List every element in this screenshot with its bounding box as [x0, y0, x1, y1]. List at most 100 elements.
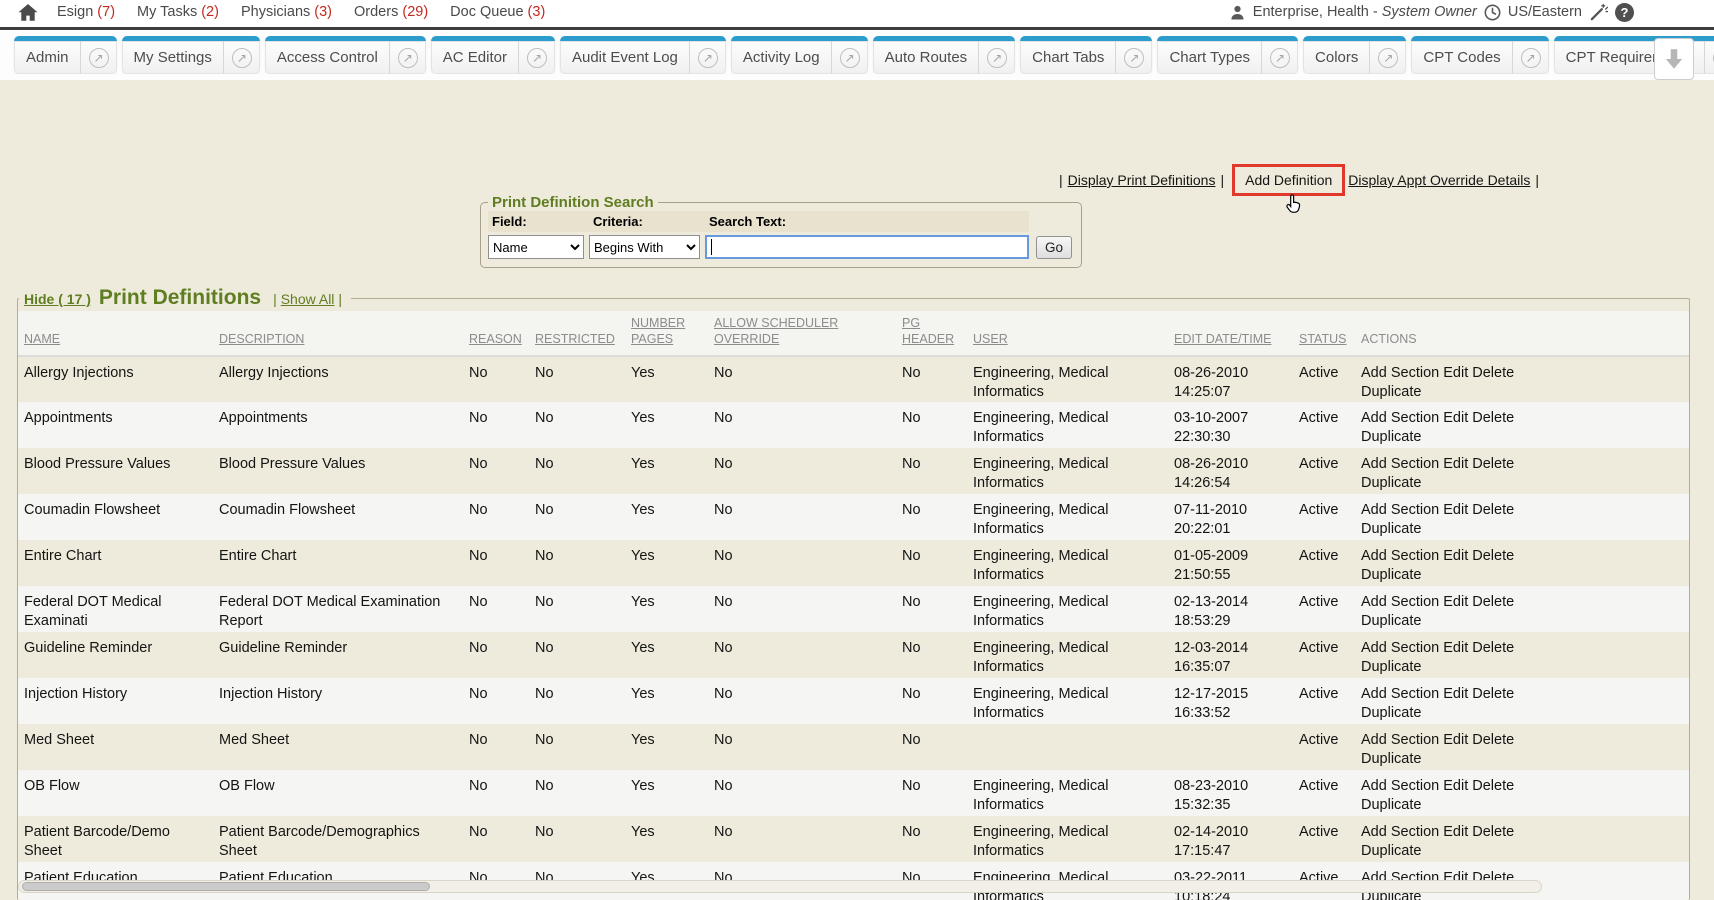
field-select[interactable]: Name [488, 235, 584, 259]
action-edit[interactable]: Edit [1443, 778, 1468, 794]
action-delete[interactable]: Delete [1472, 732, 1514, 748]
col-header-reason[interactable]: REASON [463, 311, 529, 356]
tab-audit-event-log[interactable]: Audit Event Log↗ [560, 36, 726, 74]
action-delete[interactable]: Delete [1472, 594, 1514, 610]
tab-access-control[interactable]: Access Control↗ [265, 36, 426, 74]
col-header-label[interactable]: NAME [24, 332, 60, 346]
go-button[interactable]: Go [1036, 236, 1072, 259]
action-delete[interactable]: Delete [1472, 502, 1514, 518]
col-header-description[interactable]: DESCRIPTION [213, 311, 463, 356]
wand-icon[interactable] [1589, 3, 1608, 22]
criteria-select[interactable]: Begins With [589, 235, 700, 259]
action-delete[interactable]: Delete [1472, 456, 1514, 472]
action-add-section[interactable]: Add Section [1361, 640, 1439, 656]
action-delete[interactable]: Delete [1472, 640, 1514, 656]
action-add-section[interactable]: Add Section [1361, 410, 1439, 426]
tab-colors[interactable]: Colors↗ [1303, 36, 1406, 74]
tab-activity-log[interactable]: Activity Log↗ [731, 36, 868, 74]
open-new-window-icon[interactable]: ↗ [518, 41, 555, 74]
action-edit[interactable]: Edit [1443, 410, 1468, 426]
tab-admin[interactable]: Admin↗ [14, 36, 117, 74]
open-new-window-icon[interactable]: ↗ [1261, 41, 1298, 74]
action-edit[interactable]: Edit [1443, 456, 1468, 472]
action-duplicate[interactable]: Duplicate [1361, 797, 1421, 813]
action-delete[interactable]: Delete [1472, 686, 1514, 702]
action-edit[interactable]: Edit [1443, 686, 1468, 702]
action-edit[interactable]: Edit [1443, 365, 1468, 381]
action-add-section[interactable]: Add Section [1361, 548, 1439, 564]
col-header-label[interactable]: PG HEADER [902, 316, 954, 346]
col-header-pg-header[interactable]: PG HEADER [896, 311, 967, 356]
tab-cpt-codes[interactable]: CPT Codes↗ [1411, 36, 1548, 74]
tab-chart-tabs[interactable]: Chart Tabs↗ [1020, 36, 1152, 74]
nav-esign[interactable]: Esign (7) [57, 4, 115, 20]
col-header-label[interactable]: REASON [469, 332, 522, 346]
display-print-definitions-link[interactable]: Display Print Definitions [1068, 172, 1216, 188]
action-add-section[interactable]: Add Section [1361, 778, 1439, 794]
action-duplicate[interactable]: Duplicate [1361, 475, 1421, 491]
col-header-label[interactable]: NUMBER PAGES [631, 316, 685, 346]
action-edit[interactable]: Edit [1443, 732, 1468, 748]
col-header-label[interactable]: STATUS [1299, 332, 1346, 346]
col-header-label[interactable]: ALLOW SCHEDULER OVERRIDE [714, 316, 838, 346]
add-definition-link[interactable]: Add Definition [1245, 172, 1332, 188]
display-appt-override-link[interactable]: Display Appt Override Details [1348, 172, 1530, 188]
col-header-number-pages[interactable]: NUMBER PAGES [625, 311, 708, 356]
col-header-allow-scheduler-override[interactable]: ALLOW SCHEDULER OVERRIDE [708, 311, 896, 356]
action-add-section[interactable]: Add Section [1361, 594, 1439, 610]
col-header-label[interactable]: USER [973, 332, 1008, 346]
open-new-window-icon[interactable]: ↗ [80, 41, 117, 74]
action-duplicate[interactable]: Duplicate [1361, 613, 1421, 629]
help-icon[interactable]: ? [1615, 3, 1634, 22]
action-add-section[interactable]: Add Section [1361, 502, 1439, 518]
action-edit[interactable]: Edit [1443, 640, 1468, 656]
home-icon[interactable] [18, 3, 38, 22]
action-duplicate[interactable]: Duplicate [1361, 751, 1421, 767]
col-header-label[interactable]: DESCRIPTION [219, 332, 304, 346]
col-header-name[interactable]: NAME [18, 311, 213, 356]
col-header-restricted[interactable]: RESTRICTED [529, 311, 625, 356]
open-new-window-icon[interactable]: ↗ [689, 41, 726, 74]
col-header-user[interactable]: USER [967, 311, 1168, 356]
open-new-window-icon[interactable]: ↗ [1369, 41, 1406, 74]
open-new-window-icon[interactable]: ↗ [223, 41, 260, 74]
action-duplicate[interactable]: Duplicate [1361, 659, 1421, 675]
open-new-window-icon[interactable]: ↗ [389, 41, 426, 74]
tab-overflow-button[interactable] [1654, 38, 1694, 80]
action-add-section[interactable]: Add Section [1361, 824, 1439, 840]
action-add-section[interactable]: Add Section [1361, 365, 1439, 381]
action-delete[interactable]: Delete [1472, 410, 1514, 426]
col-header-label[interactable]: RESTRICTED [535, 332, 615, 346]
open-new-window-icon[interactable]: ↗ [978, 41, 1015, 74]
open-new-window-icon[interactable]: ↗ [1704, 41, 1714, 74]
nav-doc-queue[interactable]: Doc Queue (3) [450, 4, 545, 20]
col-header-label[interactable]: EDIT DATE/TIME [1174, 332, 1271, 346]
action-duplicate[interactable]: Duplicate [1361, 567, 1421, 583]
action-delete[interactable]: Delete [1472, 365, 1514, 381]
open-new-window-icon[interactable]: ↗ [1115, 41, 1152, 74]
action-duplicate[interactable]: Duplicate [1361, 705, 1421, 721]
tab-my-settings[interactable]: My Settings↗ [122, 36, 260, 74]
nav-physicians[interactable]: Physicians (3) [241, 4, 332, 20]
action-edit[interactable]: Edit [1443, 502, 1468, 518]
action-duplicate[interactable]: Duplicate [1361, 521, 1421, 537]
action-add-section[interactable]: Add Section [1361, 686, 1439, 702]
action-add-section[interactable]: Add Section [1361, 456, 1439, 472]
col-header-status[interactable]: STATUS [1293, 311, 1355, 356]
nav-orders[interactable]: Orders (29) [354, 4, 428, 20]
open-new-window-icon[interactable]: ↗ [831, 41, 868, 74]
action-duplicate[interactable]: Duplicate [1361, 429, 1421, 445]
open-new-window-icon[interactable]: ↗ [1512, 41, 1549, 74]
tab-chart-types[interactable]: Chart Types↗ [1157, 36, 1298, 74]
action-edit[interactable]: Edit [1443, 824, 1468, 840]
action-delete[interactable]: Delete [1472, 824, 1514, 840]
action-duplicate[interactable]: Duplicate [1361, 384, 1421, 400]
action-add-section[interactable]: Add Section [1361, 732, 1439, 748]
horizontal-scrollbar-thumb[interactable] [22, 882, 430, 891]
search-input[interactable] [705, 235, 1029, 259]
tab-auto-routes[interactable]: Auto Routes↗ [873, 36, 1016, 74]
hide-link[interactable]: Hide ( 17 ) [24, 291, 91, 307]
tab-ac-editor[interactable]: AC Editor↗ [431, 36, 555, 74]
action-delete[interactable]: Delete [1472, 778, 1514, 794]
nav-my-tasks[interactable]: My Tasks (2) [137, 4, 219, 20]
